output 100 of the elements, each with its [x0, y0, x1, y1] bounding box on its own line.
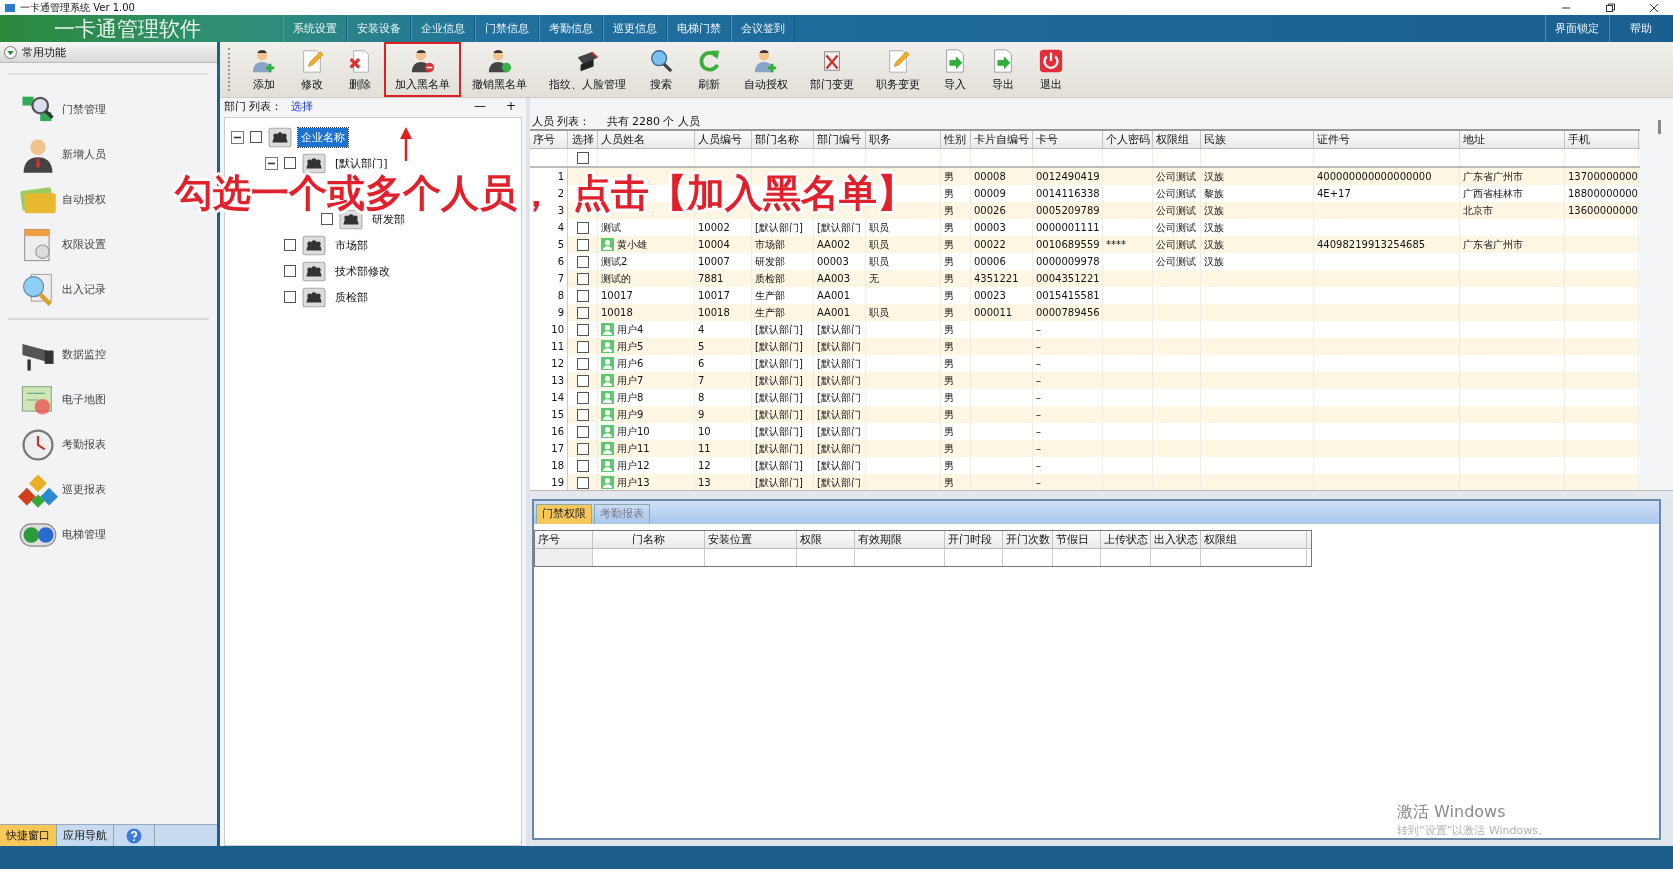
column-header[interactable]: 安装位置 [705, 531, 797, 548]
help-icon[interactable] [126, 827, 142, 844]
column-header[interactable]: 手机 [1565, 131, 1639, 148]
nav-item[interactable]: 自动授权 [8, 177, 112, 222]
column-header[interactable]: 部门名称 [752, 131, 814, 148]
restore-icon[interactable] [1605, 2, 1615, 13]
column-header[interactable]: 开门时段 [945, 531, 1003, 548]
toolbar-button[interactable]: 撤销黑名单 [461, 42, 538, 97]
toolbar-button[interactable]: 删除 [336, 42, 384, 97]
tree-node[interactable]: 企业名称 [298, 127, 348, 147]
toolbar-button[interactable]: 部门变更 [799, 42, 865, 97]
table-cell: 10017 [698, 290, 730, 301]
tab[interactable]: 门禁权限 [536, 504, 592, 524]
row-checkbox[interactable] [576, 272, 589, 285]
row-checkbox[interactable] [576, 357, 589, 370]
nav-item[interactable]: 数据监控 [8, 332, 112, 377]
row-checkbox[interactable] [576, 238, 589, 251]
nav-item[interactable]: 电梯管理 [8, 512, 112, 557]
row-checkbox[interactable] [576, 323, 589, 336]
table-cell: 0000009978 [1036, 256, 1100, 267]
tree-node[interactable]: 质检部 [332, 287, 371, 307]
row-checkbox[interactable] [576, 476, 589, 489]
table-cell: 汉族 [1204, 169, 1224, 184]
toolbar-button[interactable]: 搜索 [637, 42, 685, 97]
row-checkbox[interactable] [576, 374, 589, 387]
select-link[interactable]: 选择 [290, 98, 313, 114]
annotation-arrow [400, 127, 412, 161]
toolbar-button[interactable]: 修改 [288, 42, 336, 97]
column-header[interactable]: 选择 [568, 131, 598, 148]
checkbox[interactable] [284, 239, 296, 251]
nav-item[interactable]: 新增人员 [8, 132, 112, 177]
row-checkbox[interactable] [576, 459, 589, 472]
row-checkbox[interactable] [576, 425, 589, 438]
checkbox[interactable] [284, 291, 296, 303]
table-cell: 13 [698, 477, 711, 488]
column-header[interactable]: 序号 [530, 131, 568, 148]
column-header[interactable]: 开门次数 [1003, 531, 1053, 548]
row-checkbox[interactable] [576, 442, 589, 455]
column-header[interactable]: 性别 [941, 131, 971, 148]
column-header[interactable]: 权限组 [1201, 531, 1307, 548]
nav-item[interactable]: 门禁管理 [8, 87, 112, 132]
collapse-toggle-icon[interactable] [231, 130, 244, 144]
close-icon[interactable] [1649, 2, 1659, 13]
column-header[interactable]: 卡片自编号 [971, 131, 1033, 148]
column-header[interactable]: 职务 [866, 131, 941, 148]
row-checkbox[interactable] [576, 408, 589, 421]
toolbar-button[interactable]: 导入 [931, 42, 979, 97]
collapse-toggle-icon[interactable] [265, 156, 278, 170]
table-cell: 7 [698, 375, 705, 386]
row-checkbox[interactable] [576, 391, 589, 404]
column-header[interactable]: 地址 [1460, 131, 1565, 148]
tree-node[interactable]: [默认部门] [332, 153, 391, 173]
row-checkbox[interactable] [576, 289, 589, 302]
checkbox[interactable] [321, 213, 333, 225]
column-header[interactable]: 上传状态 [1101, 531, 1151, 548]
column-header[interactable]: 门名称 [593, 531, 705, 548]
tree-node[interactable]: 市场部 [332, 235, 371, 255]
table-cell: 7881 [698, 273, 724, 284]
toolbar-button[interactable]: 自动授权 [733, 42, 799, 97]
nav-item[interactable]: 电子地图 [8, 377, 112, 422]
row-checkbox[interactable] [576, 340, 589, 353]
select-all-checkbox[interactable] [576, 151, 589, 164]
column-header[interactable]: 权限组 [1153, 131, 1201, 148]
nav-item[interactable]: 巡更报表 [8, 467, 112, 512]
nav-item[interactable]: 权限设置 [8, 222, 112, 267]
toolbar-button[interactable]: 导出 [979, 42, 1027, 97]
column-header[interactable]: 人员编号 [695, 131, 752, 148]
toolbar-button[interactable]: 加入黑名单 [384, 42, 461, 97]
row-checkbox[interactable] [576, 221, 589, 234]
column-header[interactable]: 证件号 [1314, 131, 1460, 148]
expand-all-button[interactable]: + [499, 99, 522, 113]
column-header[interactable]: 民族 [1201, 131, 1314, 148]
nav-item[interactable]: 考勤报表 [8, 422, 112, 467]
toolbar-button[interactable]: 指纹、人脸管理 [538, 42, 637, 97]
row-checkbox[interactable] [576, 306, 589, 319]
column-header[interactable]: 个人密码 [1103, 131, 1153, 148]
table-cell: 00006 [974, 256, 1006, 267]
checkbox[interactable] [284, 157, 296, 169]
collapse-all-button[interactable]: — [467, 99, 492, 113]
column-header[interactable]: 卡号 [1033, 131, 1103, 148]
toolbar-button[interactable]: 退出 [1027, 42, 1075, 97]
table-cell: – [1036, 426, 1041, 437]
panel-header[interactable]: 常用功能 [0, 42, 217, 63]
checkbox[interactable] [250, 131, 262, 143]
toolbar-button[interactable]: 添加 [240, 42, 288, 97]
column-header[interactable]: 有效期限 [855, 531, 945, 548]
column-header[interactable]: 权限 [797, 531, 855, 548]
tree-node[interactable]: 技术部修改 [332, 261, 393, 281]
table-cell: [默认部门 [817, 356, 861, 371]
column-header[interactable]: 人员姓名 [598, 131, 695, 148]
column-header[interactable]: 节假日 [1053, 531, 1101, 548]
toolbar-button[interactable]: 职务变更 [865, 42, 931, 97]
row-checkbox[interactable] [576, 255, 589, 268]
column-header[interactable]: 序号 [535, 531, 593, 548]
nav-item[interactable]: 出入记录 [8, 267, 112, 312]
column-header[interactable]: 部门编号 [814, 131, 866, 148]
column-header[interactable]: 出入状态 [1151, 531, 1201, 548]
toolbar-button[interactable]: 刷新 [685, 42, 733, 97]
tab[interactable]: 快捷窗口 [0, 825, 57, 846]
checkbox[interactable] [284, 265, 296, 277]
